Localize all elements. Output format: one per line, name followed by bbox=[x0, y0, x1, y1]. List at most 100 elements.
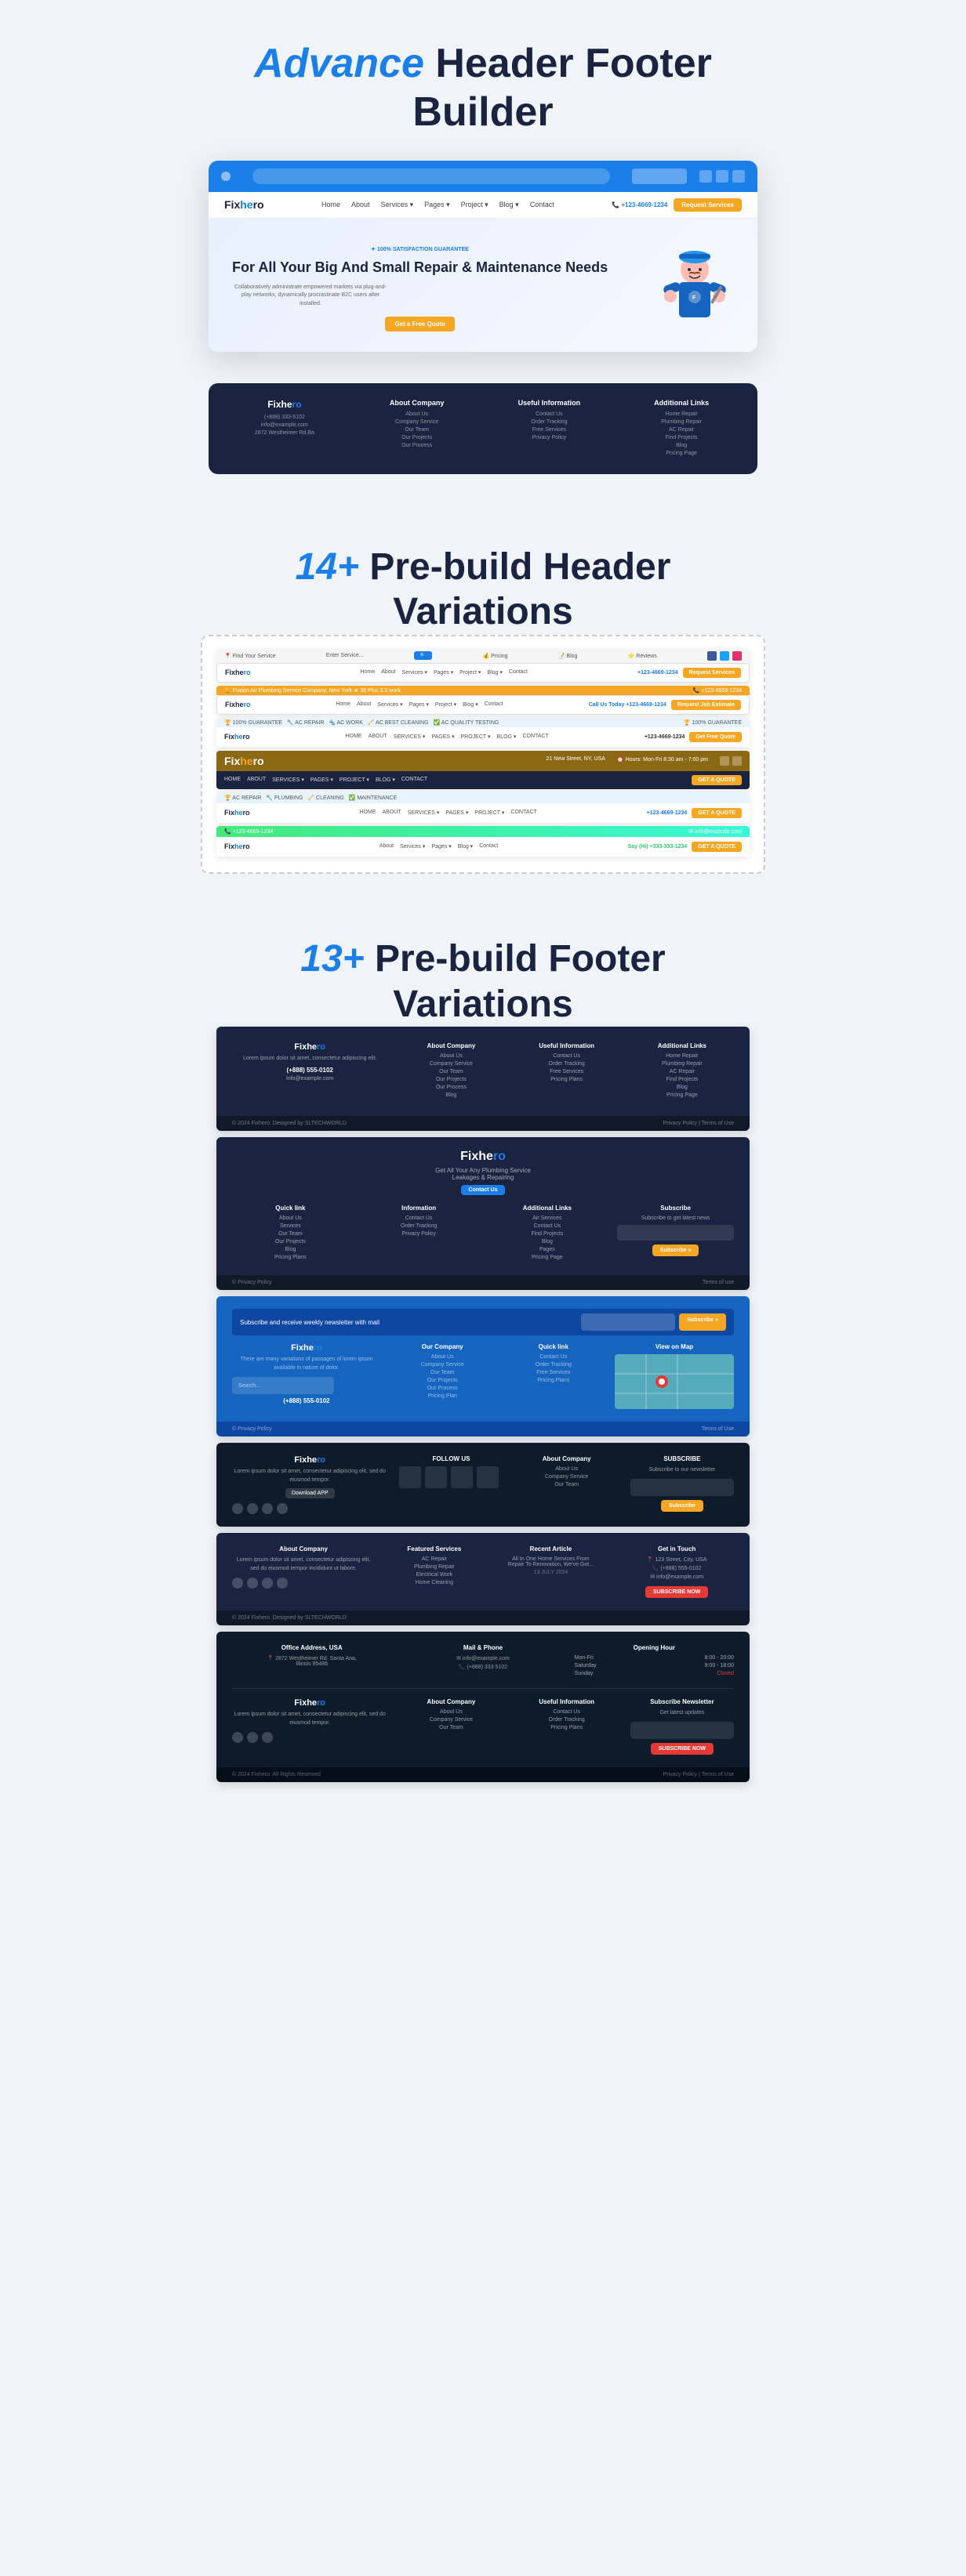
header-variant-6: 📞 +123-4669-1234 ✉ info@example.com Fixh… bbox=[216, 826, 750, 857]
footer-v3-email-input[interactable] bbox=[581, 1313, 675, 1331]
social-grid-4[interactable] bbox=[477, 1466, 499, 1488]
footer-v2-about-btn[interactable]: Contact Us bbox=[461, 1185, 506, 1195]
footer-v4-col1: Fixhero Lorem ipsum dolor sit amet, cons… bbox=[232, 1455, 387, 1514]
v5-social-4[interactable] bbox=[277, 1578, 288, 1589]
footer-v1-privacy: Privacy Policy | Terms of Use bbox=[663, 1121, 734, 1126]
footer-v2-sub-input[interactable] bbox=[617, 1225, 734, 1241]
footer-v2-sub-btn[interactable]: Subscribe » bbox=[652, 1245, 699, 1256]
footer-v1-col4: Additional Links Home Repair Plumbing Re… bbox=[630, 1042, 734, 1100]
footer-variant-4: Fixhero Lorem ipsum dolor sit amet, cons… bbox=[216, 1443, 750, 1527]
footer-info-4: Privacy Policy bbox=[489, 435, 610, 440]
footer-v2-bottom: © Privacy Policy Terms of use bbox=[216, 1275, 750, 1290]
website-cta-button[interactable]: Request Services bbox=[674, 198, 742, 212]
footer-v5-ct-1: 📍 123 Street, City, USA bbox=[619, 1556, 734, 1563]
footer-v2-addlinks-title: Additional Links bbox=[489, 1205, 606, 1212]
footer-v2-info-3: Privacy Policy bbox=[361, 1231, 478, 1237]
footer-phone: (+888) 333-5102 bbox=[224, 415, 345, 420]
social-dot-1[interactable] bbox=[232, 1503, 243, 1514]
footer-v4-sub-btn[interactable]: Subscribe bbox=[661, 1500, 703, 1512]
v5-social-3[interactable] bbox=[262, 1578, 273, 1589]
footer-v3-logo: Fixhero bbox=[232, 1343, 381, 1353]
nav-v1-home: Home bbox=[361, 669, 376, 676]
social-dot-3[interactable] bbox=[262, 1503, 273, 1514]
footer-v4-a-3: Our Team bbox=[515, 1482, 619, 1487]
nav-v4-pages: PAGES ▾ bbox=[310, 777, 333, 783]
social-grid-2[interactable] bbox=[425, 1466, 447, 1488]
footer-v2-col4: Subscribe Subscribe to get latest news S… bbox=[617, 1205, 734, 1263]
nav-v2-home: Home bbox=[336, 701, 350, 708]
footer-v3-sub-btn[interactable]: Subscribe » bbox=[679, 1313, 726, 1331]
topbar-blog: 📝 Blog bbox=[558, 653, 578, 659]
nav-v3-pages: PAGES ▾ bbox=[431, 734, 454, 740]
dark-footer-mockup: Fixhero (+888) 333-5102 info@example.com… bbox=[209, 383, 757, 474]
header-v6-cta[interactable]: GET A QUOTE bbox=[692, 842, 742, 852]
website-mascot: F bbox=[656, 242, 734, 336]
footer-v5-col4: Get in Touch 📍 123 Street, City, USA 📞 (… bbox=[619, 1545, 734, 1598]
footer-v3-col2: Our Company About Us Company Service Our… bbox=[393, 1343, 492, 1409]
topbar-enter: Enter Service... bbox=[326, 653, 364, 658]
footer-v2-al-1: Air Services bbox=[489, 1216, 606, 1221]
header-v1-nav: Fixhero Home About Services ▾ Pages ▾ Pr… bbox=[216, 663, 750, 683]
v6-social-3[interactable] bbox=[262, 1732, 273, 1743]
website-logo: Fixhero bbox=[224, 198, 264, 211]
footer-about-5: Our Process bbox=[357, 443, 478, 448]
footer-v5-about-title: About Company bbox=[232, 1545, 375, 1552]
headers-accent: 14+ bbox=[296, 546, 359, 588]
nav-v4-contact: CONTACT bbox=[401, 777, 427, 783]
footer-v4-col4: SUBSCRIBE Subscribe to our newsletter Su… bbox=[630, 1455, 734, 1514]
header-v5-bar: 🏆 AC REPAIR 🔧 PLUMBING 🧹 CLEANING ✅ MAIN… bbox=[216, 792, 750, 803]
footer-v6-col4: Subscribe Newsletter Get latest updates … bbox=[630, 1698, 734, 1755]
website-hero-badge: ✦ 100% SATISFACTION GUARANTEE bbox=[232, 246, 608, 252]
footer-v5-cta-btn[interactable]: SUBSCRIBE NOW bbox=[645, 1586, 708, 1598]
footer-v6-col3: Useful Information Contact Us Order Trac… bbox=[515, 1698, 619, 1755]
footer-v6-sub-btn[interactable]: SUBSCRIBE NOW bbox=[651, 1743, 714, 1755]
headers-frame: 📍 Find Your Service Enter Service... 🔍 💰… bbox=[201, 635, 765, 874]
footer-v5-r-date-1: 13 JULY 2024 bbox=[494, 1570, 608, 1575]
footer-v6-col2: About Company About Us Company Service O… bbox=[399, 1698, 503, 1755]
nav-v2-services: Services ▾ bbox=[377, 701, 402, 708]
header-v1-phone: +123-4669-1234 bbox=[637, 670, 678, 676]
footer-v6-mail: Mail & Phone ✉ info@example.com 📞 (+888)… bbox=[403, 1644, 562, 1679]
social-dot-4[interactable] bbox=[277, 1503, 288, 1514]
header-v1-right: +123-4669-1234 Request Services bbox=[637, 668, 741, 678]
footer-v4-download[interactable]: Download APP bbox=[285, 1488, 335, 1498]
footer-v6-sub-input[interactable] bbox=[630, 1722, 734, 1739]
footer-v3-terms: Terms of Use bbox=[702, 1426, 734, 1432]
header-v4-cta[interactable]: GET A QUOTE bbox=[692, 775, 742, 785]
v5-social-1[interactable] bbox=[232, 1578, 243, 1589]
topbar-search-btn[interactable]: 🔍 bbox=[414, 651, 432, 660]
v5-social-2[interactable] bbox=[247, 1578, 258, 1589]
nav-v6-contact: Contact bbox=[479, 843, 498, 850]
header-v2-nav-links: Home About Services ▾ Pages ▾ Project ▾ … bbox=[336, 701, 503, 708]
footer-variant-2: Fixhero Get All Your Any Plumbing Servic… bbox=[216, 1137, 750, 1290]
footer-v3-c-2: Company Service bbox=[393, 1362, 492, 1368]
footer-v6-a-2: Company Service bbox=[399, 1717, 503, 1723]
social-grid-3[interactable] bbox=[451, 1466, 473, 1488]
header-v3-cta[interactable]: Get Free Quote bbox=[689, 732, 742, 742]
nav-v4-blog: BLOG ▾ bbox=[376, 777, 395, 783]
footer-v3-search[interactable]: Search... bbox=[232, 1377, 334, 1394]
v6-social-2[interactable] bbox=[247, 1732, 258, 1743]
footer-v6-content: Office Address, USA 📍 2872 Westheimer Rd… bbox=[216, 1632, 750, 1767]
headers-section: 14+ Pre-build Header Variations 📍 Find Y… bbox=[0, 505, 966, 897]
v6-social-1[interactable] bbox=[232, 1732, 243, 1743]
footer-about-title: About Company bbox=[357, 399, 478, 407]
website-hero-button[interactable]: Get a Free Quote bbox=[385, 317, 454, 332]
footer-v6-cols: Fixhero Lorem ipsum dolor sit amet, cons… bbox=[232, 1698, 734, 1755]
footer-v5-f-2: Plumbing Repair bbox=[387, 1564, 481, 1570]
social-dot-2[interactable] bbox=[247, 1503, 258, 1514]
footer-v2-cols: Quick link About Us Services Our Team Ou… bbox=[232, 1205, 734, 1263]
footer-v5-col2: Featured Services AC Repair Plumbing Rep… bbox=[387, 1545, 481, 1598]
header-v5-cta[interactable]: GET A QUOTE bbox=[692, 808, 742, 818]
social-grid-1[interactable] bbox=[399, 1466, 421, 1488]
footer-v4-cols: Fixhero Lorem ipsum dolor sit amet, cons… bbox=[232, 1455, 734, 1514]
header-v2-cta[interactable]: Request Job Estimate bbox=[671, 700, 741, 710]
footer-v2-logo: Fixhero bbox=[232, 1150, 734, 1164]
header-v6-logo: Fixhero bbox=[224, 842, 250, 850]
nav-v5-contact: CONTACT bbox=[510, 810, 536, 816]
footer-v4-sub-input[interactable] bbox=[630, 1479, 734, 1496]
header-v1-cta[interactable]: Request Services bbox=[683, 668, 741, 678]
nav-home: Home bbox=[321, 201, 340, 209]
footers-accent: 13+ bbox=[300, 938, 364, 980]
footers-section-title: 13+ Pre-build Footer Variations bbox=[300, 937, 665, 1027]
